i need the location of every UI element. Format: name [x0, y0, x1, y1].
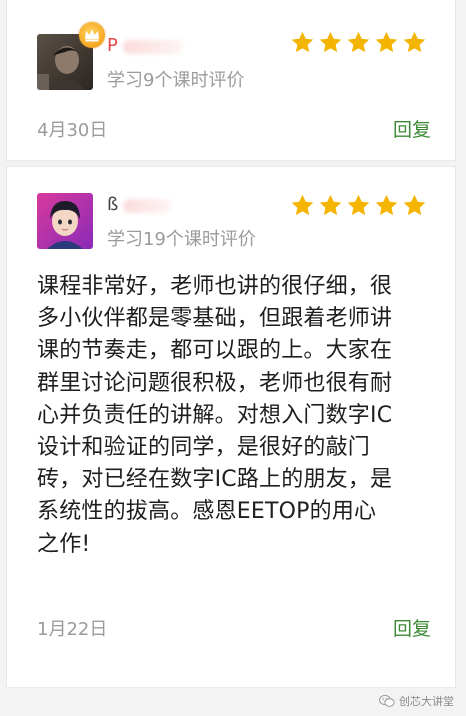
star-icon: [375, 31, 398, 53]
star-icon: [291, 194, 314, 216]
reviewer-name: P: [107, 35, 185, 59]
review-content-line: 课的节奏走，都可以跟的上。大家在: [37, 338, 393, 364]
reply-button[interactable]: 回复: [393, 115, 431, 142]
crown-icon: [79, 22, 105, 48]
star-icon: [403, 194, 426, 216]
star-icon: [403, 31, 426, 53]
star-icon: [319, 194, 342, 216]
review-card: P 学习9个课时评价 4月30日 回复: [6, 0, 456, 161]
review-content-line: 设计和验证的同学，是很好的敲门: [37, 435, 371, 461]
review-content-line: 课程非常好，老师也讲的很仔细，很: [37, 274, 393, 299]
reviewer-name: ß: [107, 194, 173, 218]
review-content-line: 砖，对已经在数字IC路上的朋友，是: [37, 467, 393, 493]
star-icon: [291, 31, 314, 53]
review-content-line: 心并负责任的讲解。对想入门数字IC: [37, 402, 393, 428]
review-content-line: 群里讨论问题很积极，老师也很有耐: [37, 370, 393, 396]
review-date: 4月30日: [37, 120, 108, 141]
star-icon: [347, 194, 370, 216]
review-list: P 学习9个课时评价 4月30日 回复 ß 学习19个课时评价 课程非常好，老师…: [0, 0, 466, 716]
watermark: 创芯大讲堂: [379, 693, 454, 709]
rating-stars: [290, 30, 427, 55]
lesson-count-label: 学习19个课时评价: [107, 229, 256, 250]
review-content: 课程非常好，老师也讲的很仔细，很 多小伙伴都是零基础，但跟着老师讲 课的节奏走，…: [37, 271, 437, 561]
lesson-count-label: 学习9个课时评价: [107, 70, 245, 91]
wechat-icon: [379, 694, 395, 707]
star-icon: [347, 31, 370, 53]
rating-stars: [290, 193, 427, 218]
reply-button[interactable]: 回复: [393, 614, 431, 641]
review-content-line: 多小伙伴都是零基础，但跟着老师讲: [37, 306, 393, 332]
avatar[interactable]: [37, 193, 93, 249]
watermark-label: 创芯大讲堂: [399, 695, 454, 708]
review-date: 1月22日: [37, 619, 108, 640]
review-content-line: 之作!: [37, 531, 91, 557]
review-card: ß 学习19个课时评价 课程非常好，老师也讲的很仔细，很 多小伙伴都是零基础，但…: [6, 166, 456, 688]
star-icon: [375, 194, 398, 216]
review-content-line: 系统性的拔高。感恩EETOP的用心: [37, 499, 377, 525]
star-icon: [319, 31, 342, 53]
